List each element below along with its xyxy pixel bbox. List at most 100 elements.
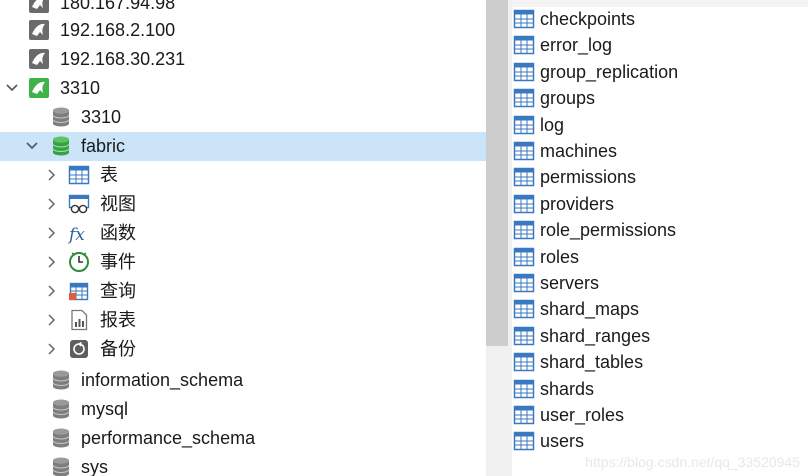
chevron-down-icon[interactable]: [4, 80, 20, 96]
table-item[interactable]: error_log: [512, 32, 808, 58]
database-label: information_schema: [81, 370, 244, 390]
backup-icon: [70, 340, 88, 358]
table-icon: [513, 351, 535, 373]
table-item[interactable]: permissions: [512, 164, 808, 190]
table-name: shard_maps: [540, 299, 640, 320]
database-item[interactable]: sys: [0, 453, 486, 476]
tree-node-reports[interactable]: 报表: [0, 306, 486, 335]
table-icon: [513, 404, 535, 426]
database-item[interactable]: mysql: [0, 395, 486, 424]
connection-label: 3310: [60, 78, 101, 98]
table-list-pane: checkpoints error_log group_replicationgro…: [512, 0, 808, 476]
table-icon: [513, 87, 535, 109]
database-item[interactable]: 3310: [0, 103, 486, 132]
table-item[interactable]: roles: [512, 244, 808, 270]
database-label: fabric: [81, 136, 126, 156]
table-item[interactable]: shards: [512, 376, 808, 402]
tree-node-views[interactable]: 视图: [0, 190, 486, 219]
tree-node-label: 报表: [100, 310, 136, 330]
table-icon: [513, 325, 535, 347]
connection-item-3310[interactable]: 3310: [0, 74, 486, 103]
chevron-right-icon[interactable]: [44, 167, 60, 183]
table-icon: [513, 114, 535, 136]
database-item[interactable]: information_schema: [0, 366, 486, 395]
report-doc-icon: [71, 309, 88, 331]
table-icon: [513, 193, 535, 215]
table-item[interactable]: shard_maps: [512, 296, 808, 322]
table-item[interactable]: users: [512, 428, 808, 454]
mysql-connection-icon: [29, 20, 49, 40]
table-name: servers: [540, 273, 600, 293]
table-icon: [513, 272, 535, 294]
table-name: roles: [540, 246, 580, 267]
table-name: checkpoints: [540, 9, 636, 29]
table-name: shard_ranges: [540, 325, 651, 346]
database-icon: [52, 370, 70, 390]
connection-item[interactable]: 192.168.30.231: [0, 45, 486, 74]
table-item[interactable]: machines: [512, 138, 808, 164]
table-item[interactable]: groups: [512, 85, 808, 111]
table-name: group_replication: [540, 61, 679, 82]
watermark: https://blog.csdn.net/qq_33520945: [585, 454, 800, 470]
table-name: error_log: [540, 35, 613, 56]
chevron-down-icon[interactable]: [24, 138, 40, 154]
connection-label: 192.168.30.231: [60, 49, 186, 69]
table-item[interactable]: user_roles: [512, 402, 808, 428]
table-item[interactable]: log: [512, 112, 808, 138]
table-item[interactable]: checkpoints: [512, 6, 808, 32]
tree-node-label: 表: [100, 165, 118, 185]
tree-node-queries[interactable]: 查询: [0, 277, 486, 306]
connection-item[interactable]: 192.168.2.100: [0, 16, 486, 45]
database-label: mysql: [81, 399, 129, 419]
table-item[interactable]: group_replication: [512, 59, 808, 85]
table-name: permissions: [540, 167, 637, 188]
connection-label: 180.167.94.98: [60, 0, 176, 13]
table-icon: [513, 34, 535, 56]
table-icon: [513, 298, 535, 320]
table-grid-icon: [68, 165, 90, 185]
table-icon: [513, 166, 535, 188]
chevron-right-icon[interactable]: [44, 225, 60, 241]
tree-node-label: 视图: [100, 194, 136, 214]
mysql-connection-icon: [29, 0, 49, 13]
database-item[interactable]: performance_schema: [0, 424, 486, 453]
chevron-right-icon[interactable]: [44, 283, 60, 299]
table-name: user_roles: [540, 405, 625, 425]
table-icon: [513, 8, 535, 30]
view-glasses-icon: [68, 194, 90, 214]
database-item-fabric[interactable]: fabric: [0, 132, 486, 161]
function-fx-icon: fx: [68, 225, 85, 244]
scrollbar-thumb[interactable]: [486, 0, 508, 346]
tree-node-label: 函数: [100, 223, 136, 243]
table-item[interactable]: providers: [512, 191, 808, 217]
tree-node-label: 查询: [100, 281, 136, 301]
database-icon: [52, 457, 70, 476]
chevron-right-icon[interactable]: [44, 341, 60, 357]
database-icon: [52, 107, 70, 127]
tree-node-backup[interactable]: 备份: [0, 335, 486, 364]
query-grid-icon: [69, 282, 89, 301]
tree-node-label: 备份: [100, 339, 136, 359]
table-icon: [513, 140, 535, 162]
tree-node-functions[interactable]: fx 函数: [0, 219, 486, 248]
database-open-icon: [52, 136, 70, 156]
tree-node-events[interactable]: 事件: [0, 248, 486, 277]
table-name: shard_tables: [540, 352, 644, 373]
table-icon: [513, 430, 535, 452]
tree-node-tables[interactable]: 表: [0, 161, 486, 190]
table-icon: [513, 61, 535, 83]
chevron-right-icon[interactable]: [44, 196, 60, 212]
table-item[interactable]: shard_ranges: [512, 323, 808, 349]
tree-node-label: 事件: [100, 252, 136, 272]
database-icon: [52, 428, 70, 448]
svg-text:fx: fx: [68, 225, 85, 244]
connection-label: 192.168.2.100: [60, 20, 176, 40]
chevron-right-icon[interactable]: [44, 312, 60, 328]
database-label: performance_schema: [81, 428, 256, 448]
database-label: 3310: [81, 107, 122, 127]
chevron-right-icon[interactable]: [44, 254, 60, 270]
table-item[interactable]: shard_tables: [512, 349, 808, 375]
table-item[interactable]: servers: [512, 270, 808, 296]
table-item[interactable]: role_permissions: [512, 217, 808, 243]
table-icon: [513, 378, 535, 400]
